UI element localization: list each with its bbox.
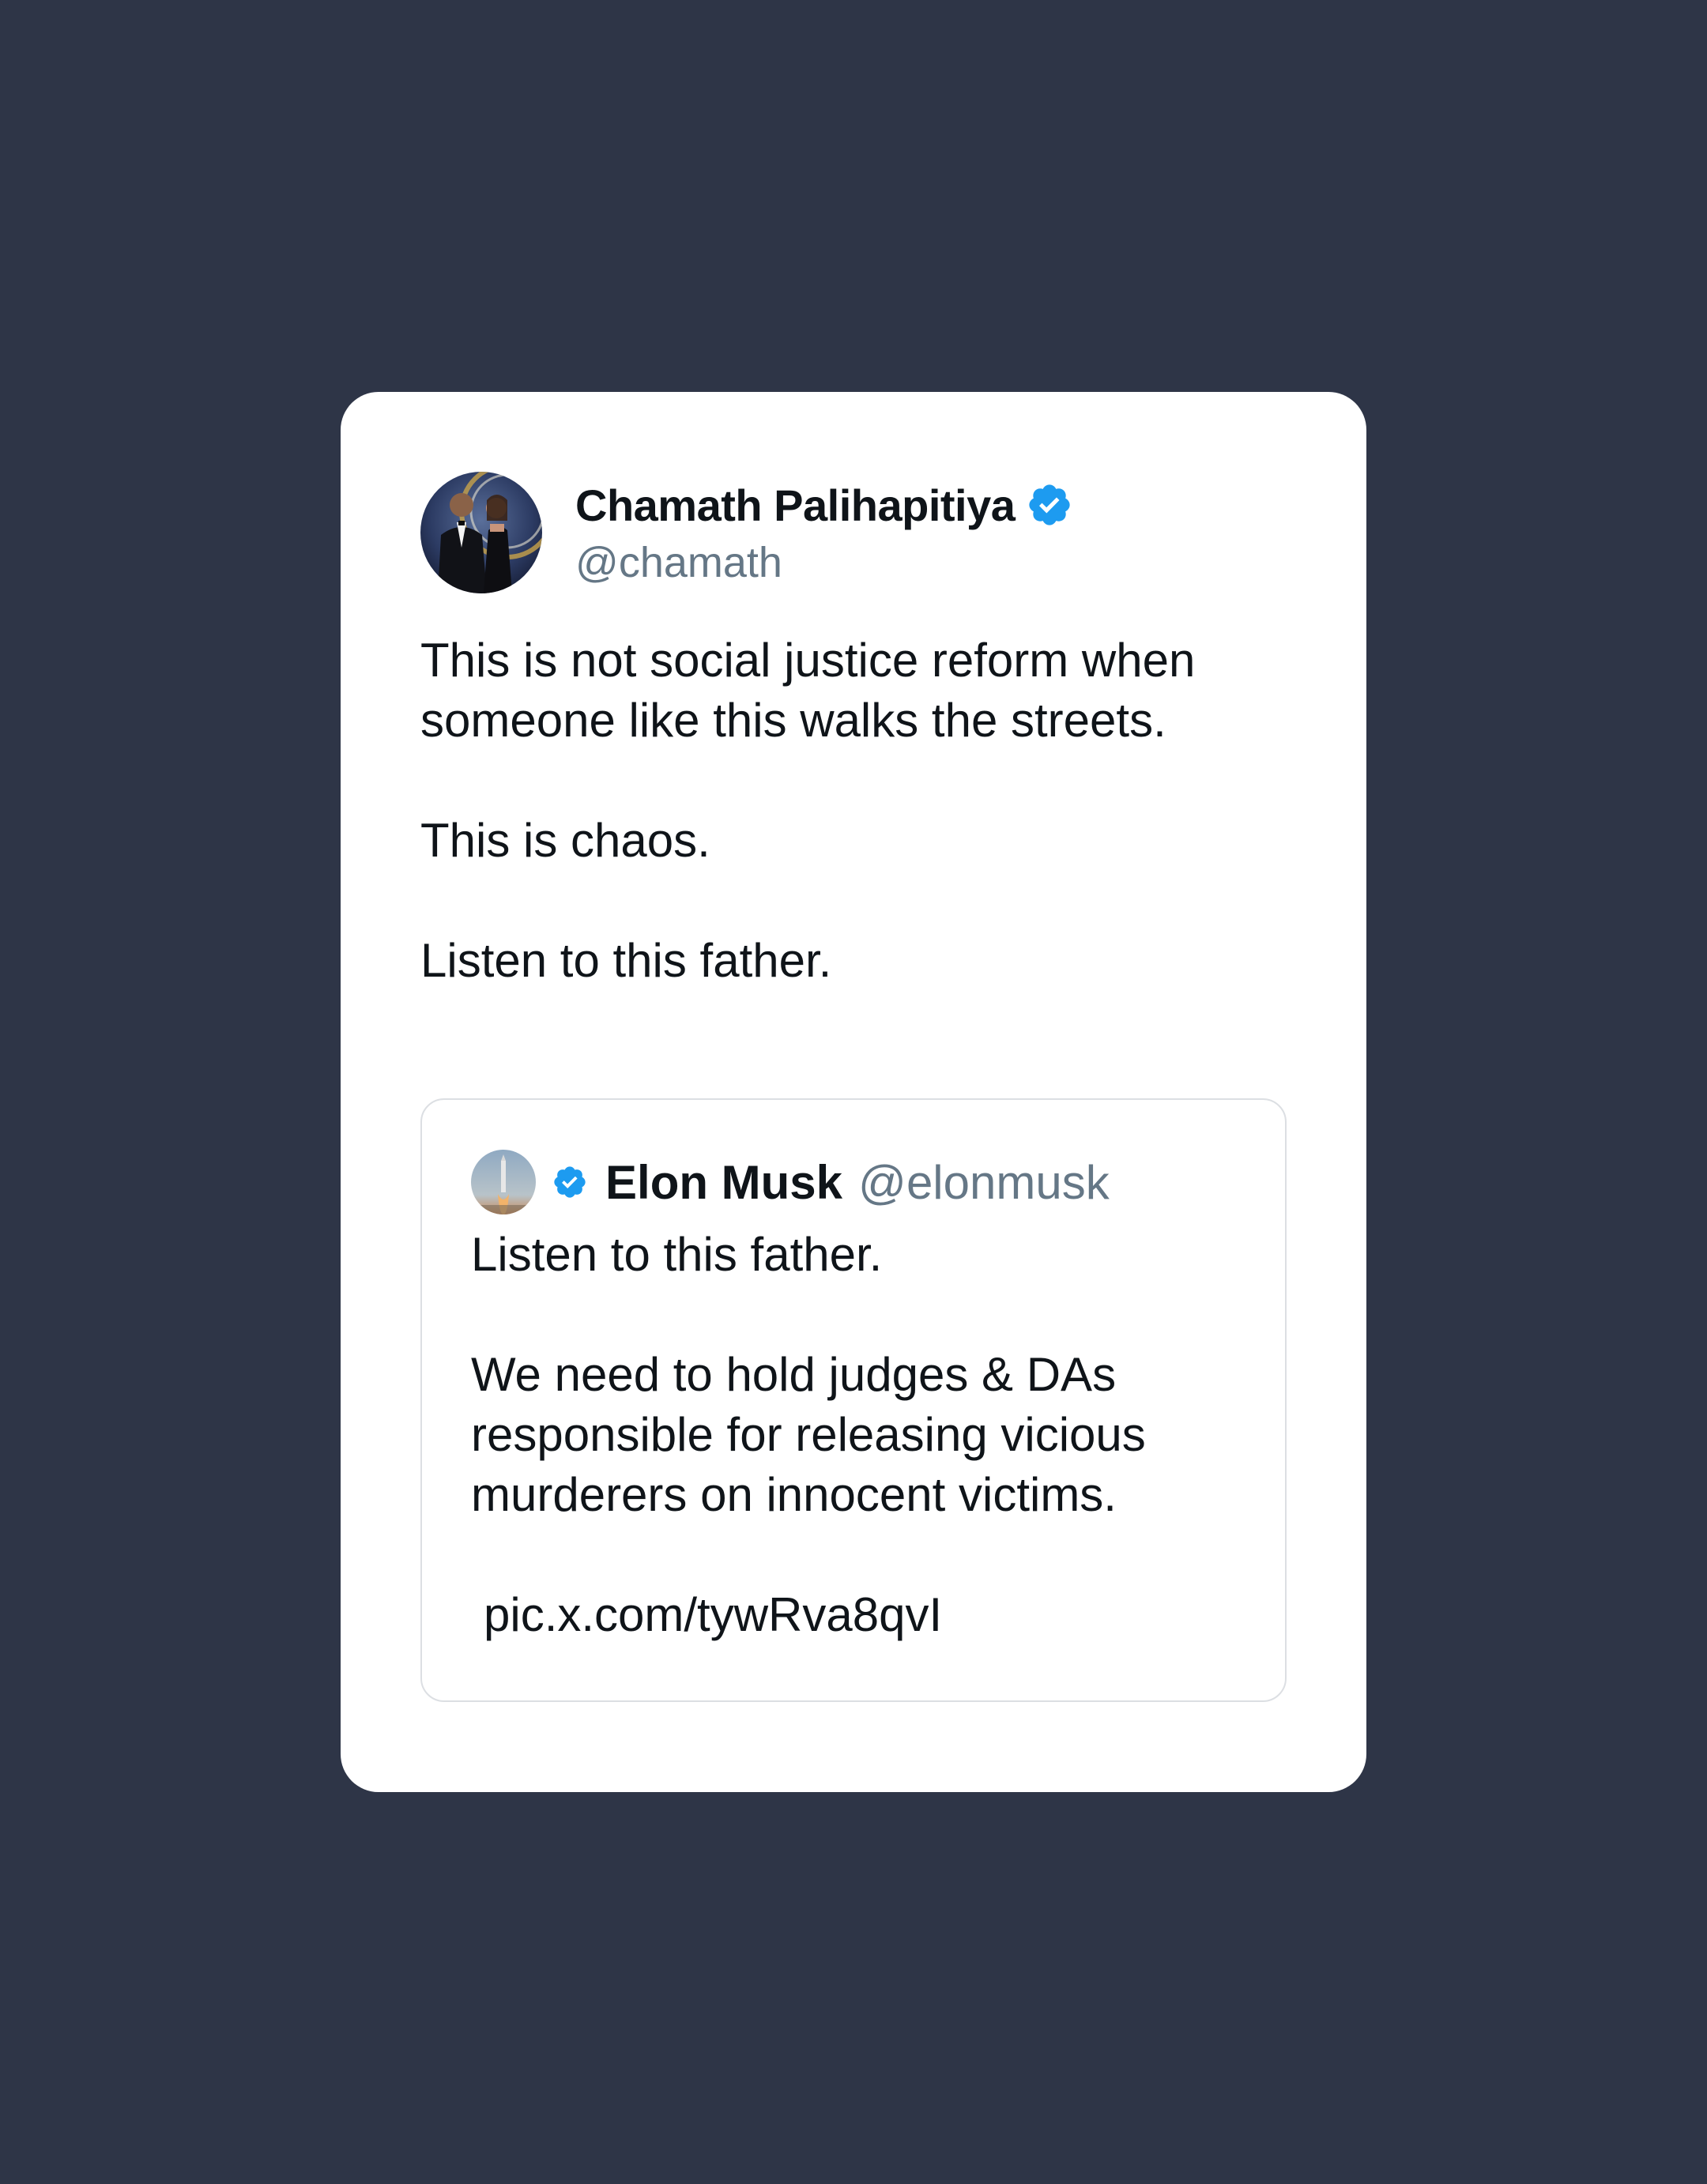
tweet-header: Chamath Palihapitiya @chamath [420,471,1073,594]
tweet-card: Chamath Palihapitiya @chamath This is no… [341,392,1366,1792]
quoted-author-name[interactable]: Elon Musk [605,1155,842,1210]
author-handle[interactable]: @chamath [575,535,1073,590]
author-name[interactable]: Chamath Palihapitiya [575,480,1016,531]
quoted-tweet[interactable]: Elon Musk @elonmusk Listen to this fathe… [420,1098,1287,1702]
media-link[interactable]: pic.x.com/tywRva8qvI [471,1585,1253,1645]
author-name-row: Chamath Palihapitiya [575,475,1073,535]
quoted-tweet-body: Listen to this father. We need to hold j… [471,1225,1253,1645]
quoted-paragraph: We need to hold judges & DAs responsible… [471,1348,1159,1521]
avatar[interactable] [420,472,542,593]
quoted-paragraph: Listen to this father. [471,1228,883,1281]
verified-badge-icon [1026,481,1073,529]
quoted-tweet-header: Elon Musk @elonmusk [471,1149,1110,1215]
tweet-paragraph: This is not social justice reform when s… [420,634,1209,747]
verified-badge-icon [552,1164,588,1200]
tweet-body: This is not social justice reform when s… [420,631,1290,991]
tweet-paragraph: Listen to this father. [420,934,832,987]
quoted-avatar[interactable] [471,1150,536,1214]
author-block: Chamath Palihapitiya @chamath [575,475,1073,590]
quoted-author-handle[interactable]: @elonmusk [858,1155,1110,1210]
tweet-paragraph: This is chaos. [420,814,710,867]
